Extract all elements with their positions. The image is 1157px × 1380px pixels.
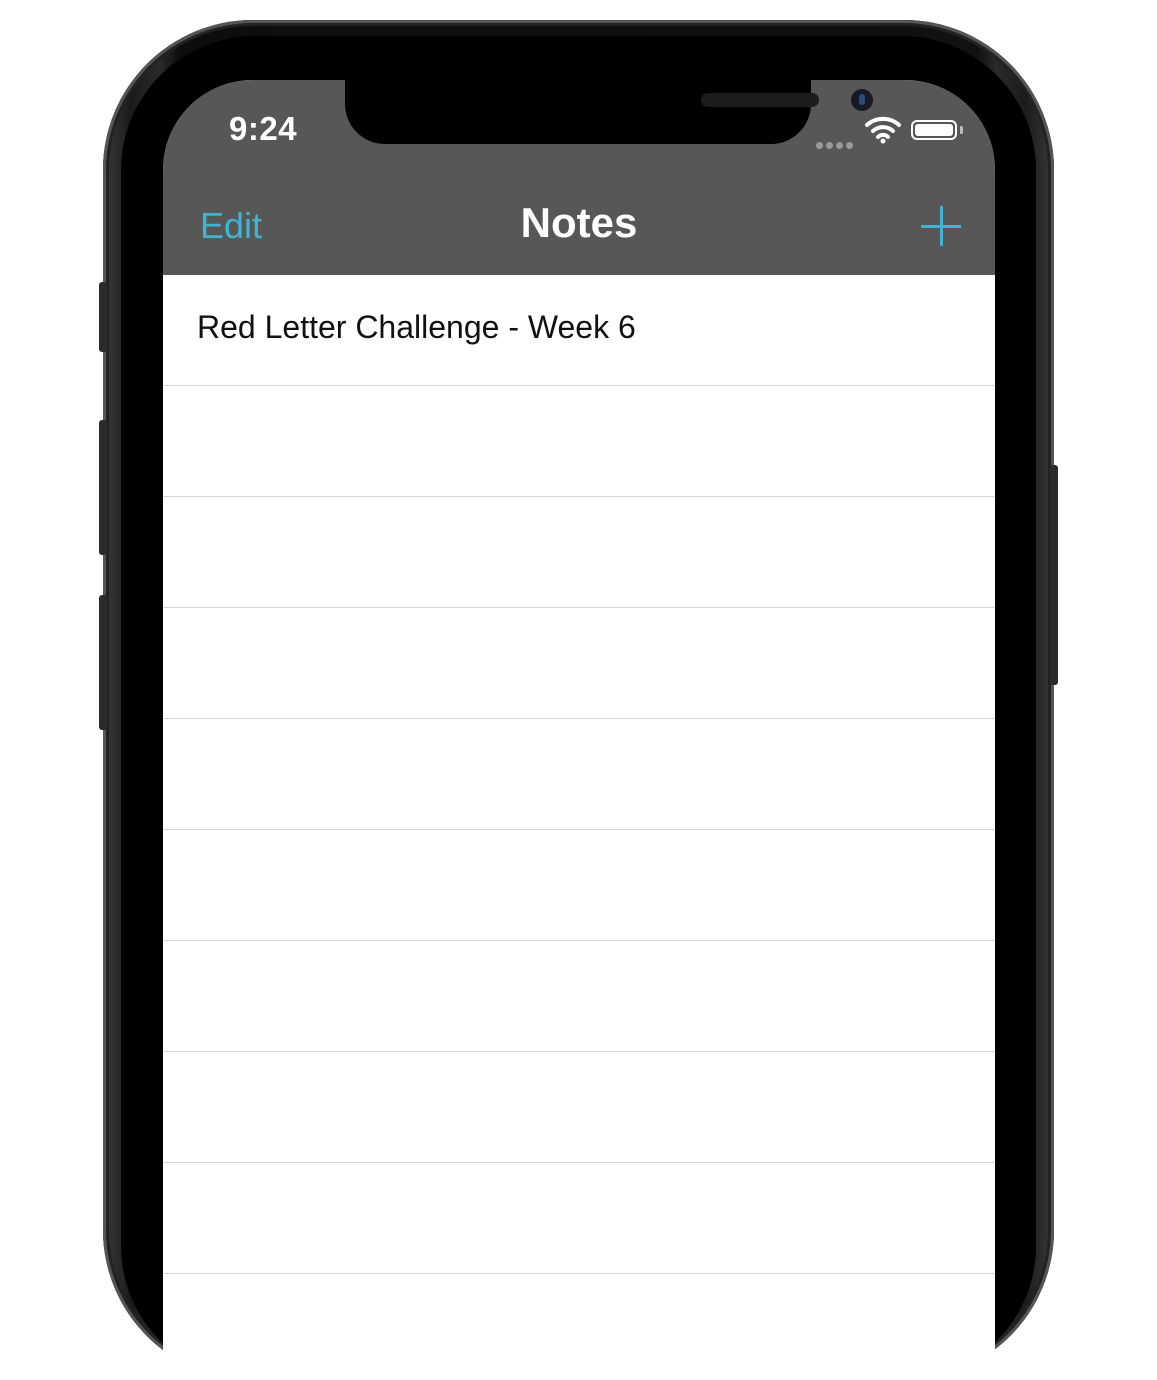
wifi-icon (865, 116, 901, 144)
list-item[interactable] (163, 719, 995, 830)
battery-tip (960, 126, 963, 134)
list-item[interactable] (163, 1163, 995, 1274)
volume-down-button (99, 595, 107, 730)
battery-icon (911, 120, 957, 140)
cellular-signal-icon (816, 136, 856, 149)
list-item[interactable] (163, 608, 995, 719)
mute-switch (99, 282, 107, 352)
plus-icon[interactable] (921, 206, 961, 246)
front-camera (851, 89, 873, 111)
page-title: Notes (520, 199, 638, 246)
power-button (1050, 465, 1058, 685)
list-item[interactable] (163, 497, 995, 608)
navigation-header: 9:24 Edit Notes (163, 80, 995, 275)
list-item[interactable] (163, 830, 995, 941)
speaker-grille (701, 93, 819, 107)
list-item[interactable] (163, 1052, 995, 1163)
screen: 9:24 Edit Notes Red Letter Challenge - W… (163, 80, 995, 1380)
notch (345, 80, 873, 144)
list-item[interactable] (163, 386, 995, 497)
notes-list: Red Letter Challenge - Week 6 (163, 275, 995, 1380)
list-item[interactable] (163, 1274, 995, 1380)
list-item[interactable] (163, 941, 995, 1052)
status-time: 9:24 (229, 110, 298, 147)
list-item[interactable]: Red Letter Challenge - Week 6 (163, 275, 995, 386)
volume-up-button (99, 420, 107, 555)
note-title: Red Letter Challenge - Week 6 (197, 309, 636, 345)
